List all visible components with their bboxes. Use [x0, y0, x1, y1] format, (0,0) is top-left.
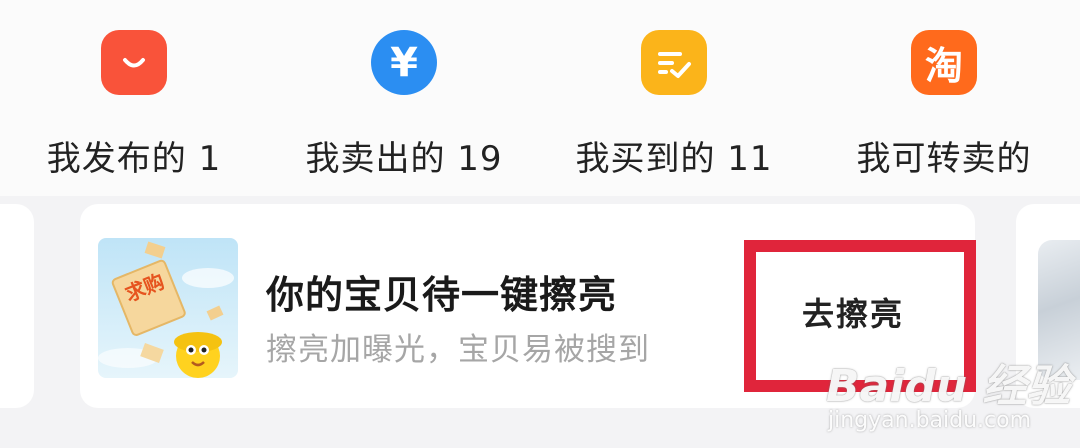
- polish-button[interactable]: 去擦亮: [766, 274, 940, 350]
- yen-coin-icon: ¥: [371, 30, 437, 95]
- baidu-jingyan-watermark: Baidu 经验 jingyan.baidu.com: [826, 348, 1076, 444]
- shortcut-bar: 我发布的 1 ¥ 我卖出的 19 我买到的 11 淘 我可转卖的: [0, 0, 1080, 196]
- taobao-icon: 淘: [911, 30, 977, 95]
- shortcut-resellable[interactable]: 淘 我可转卖的: [824, 30, 1064, 180]
- yen-glyph: ¥: [390, 39, 418, 86]
- taobao-glyph: 淘: [924, 44, 963, 88]
- shortcut-label: 我卖出的 19: [305, 139, 503, 179]
- card-title: 你的宝贝待一键擦亮: [266, 273, 618, 317]
- card-subtitle: 擦亮加曝光，宝贝易被搜到: [266, 332, 650, 368]
- watermark-url: jingyan.baidu.com: [828, 408, 1032, 433]
- shortcut-label: 我可转卖的: [856, 139, 1032, 179]
- shortcut-label: 我发布的 1: [46, 139, 222, 179]
- shortcut-my-bought[interactable]: 我买到的 11: [554, 30, 794, 180]
- checklist-icon: [641, 30, 707, 95]
- shortcut-my-published[interactable]: 我发布的 1: [14, 30, 254, 180]
- previous-card-peek[interactable]: [0, 204, 34, 408]
- promo-image: 求购: [98, 238, 238, 378]
- watermark-brand: Baidu 经验: [826, 361, 1071, 412]
- shortcut-label: 我买到的 11: [575, 139, 773, 179]
- shopping-bag-icon: [101, 30, 167, 95]
- shortcut-my-sold[interactable]: ¥ 我卖出的 19: [284, 30, 524, 180]
